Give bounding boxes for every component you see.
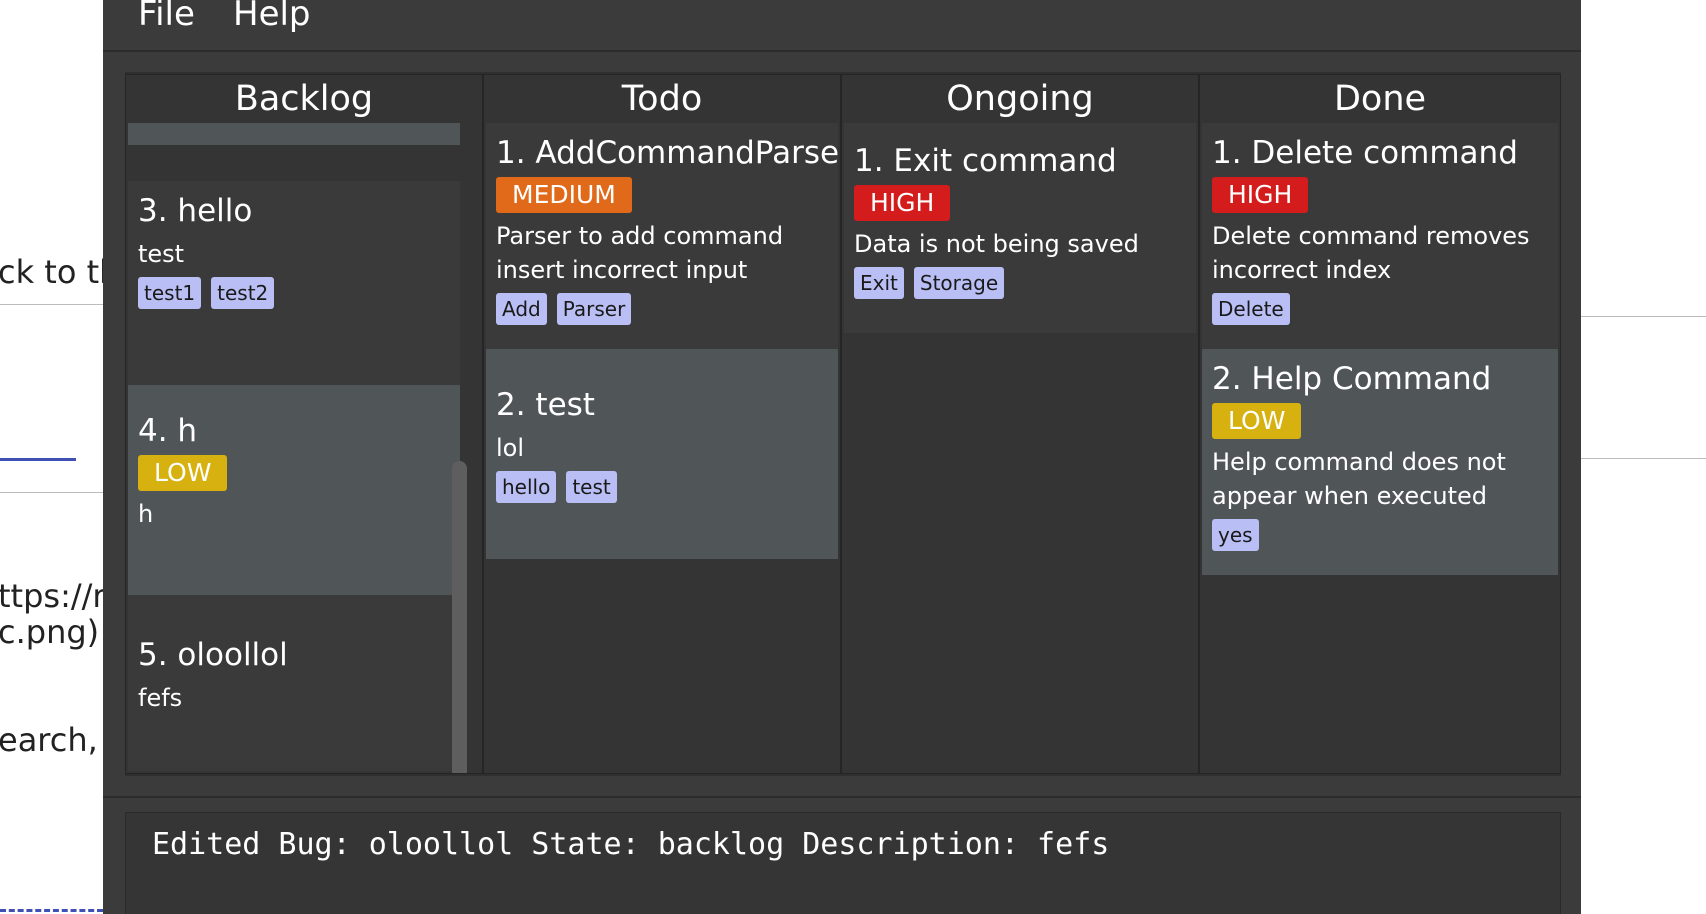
- tag-list: Exit Storage: [854, 267, 1186, 299]
- bug-description: lol: [496, 434, 525, 462]
- tag-list: test1 test2: [138, 277, 450, 309]
- column-ongoing: Ongoing 1. Exit command HIGH Data is not…: [841, 74, 1199, 774]
- column-title: Todo: [484, 75, 840, 123]
- tag-list: Delete: [1212, 293, 1548, 325]
- bug-description: Delete command removes incorrect index: [1212, 222, 1530, 284]
- priority-badge: MEDIUM: [496, 177, 632, 213]
- bug-title: 2. test: [496, 387, 595, 423]
- priority-badge: LOW: [1212, 403, 1302, 439]
- column-title: Ongoing: [842, 75, 1198, 123]
- column-done: Done 1. Delete command HIGH Delete comma…: [1199, 74, 1561, 774]
- tag: test1: [138, 277, 202, 309]
- bug-title: 4. h: [138, 413, 198, 449]
- background-text-3: c.png): [0, 613, 100, 651]
- background-divider-2: [0, 492, 103, 493]
- tag: Delete: [1212, 293, 1290, 325]
- column-list[interactable]: 1. Exit command HIGH Data is not being s…: [844, 123, 1196, 771]
- bug-card[interactable]: 1. Delete command HIGH Delete command re…: [1202, 123, 1558, 349]
- tag-list: Add Parser: [496, 293, 828, 325]
- tag: Add: [496, 293, 547, 325]
- background-divider-4: [1581, 458, 1706, 459]
- bug-card[interactable]: 2. test lol hello test: [486, 349, 838, 559]
- menu-bar: File Help: [103, 0, 1581, 52]
- bug-description: test: [138, 240, 185, 268]
- priority-badge: LOW: [138, 455, 228, 491]
- bug-title: 1. AddCommandParser: [496, 135, 838, 171]
- result-display[interactable]: Edited Bug: oloollol State: backlog Desc…: [125, 812, 1561, 914]
- bug-card-partial[interactable]: [128, 123, 460, 145]
- column-list[interactable]: 3. hello test test1 test2 4. h LOW h 5. o…: [128, 123, 460, 771]
- column-list[interactable]: 1. Delete command HIGH Delete command re…: [1202, 123, 1558, 771]
- background-text-1: ck to th: [0, 253, 120, 291]
- priority-badge: HIGH: [854, 185, 951, 221]
- bug-card[interactable]: 2. Help Command LOW Help command does no…: [1202, 349, 1558, 575]
- bug-card[interactable]: 3. hello test test1 test2: [128, 181, 460, 385]
- bug-title: 5. oloollol: [138, 637, 288, 673]
- tag: hello: [496, 471, 557, 503]
- bug-title: 3. hello: [138, 193, 253, 229]
- bug-card[interactable]: 4. h LOW h: [128, 385, 460, 595]
- menu-help[interactable]: Help: [233, 0, 311, 34]
- bug-card[interactable]: 5. oloollol fefs: [128, 595, 460, 771]
- bug-title: 1. Delete command: [1212, 135, 1518, 171]
- kanban-board: Backlog 3. hello test test1 test2 4. h LO…: [125, 72, 1561, 776]
- background-divider-3: [1581, 316, 1706, 317]
- tag: test2: [211, 277, 275, 309]
- app-window: File Help Backlog 3. hello test test1 tes…: [103, 0, 1581, 914]
- tag: yes: [1212, 519, 1259, 551]
- result-display-area: Edited Bug: oloollol State: backlog Desc…: [103, 796, 1581, 914]
- bug-card[interactable]: 1. Exit command HIGH Data is not being s…: [844, 123, 1196, 333]
- background-divider-1: [0, 304, 103, 305]
- background-tab-indicator: [0, 458, 76, 461]
- tag: Storage: [913, 267, 1005, 299]
- scrollbar[interactable]: [448, 125, 468, 773]
- column-todo: Todo 1. AddCommandParser MEDIUM Parser t…: [483, 74, 841, 774]
- background-dashed-line: [0, 909, 103, 912]
- tag: test: [566, 471, 617, 503]
- column-backlog: Backlog 3. hello test test1 test2 4. h LO…: [125, 74, 483, 774]
- bug-card[interactable]: 1. AddCommandParser MEDIUM Parser to add…: [486, 123, 838, 349]
- bug-description: Parser to add command insert incorrect i…: [496, 222, 784, 284]
- tag: Exit: [854, 267, 904, 299]
- result-message: Edited Bug: oloollol State: backlog Desc…: [152, 827, 1110, 862]
- bug-description: h: [138, 500, 154, 528]
- bug-description: Help command does not appear when execut…: [1212, 448, 1506, 510]
- menu-file[interactable]: File: [138, 0, 195, 34]
- tag-list: yes: [1212, 519, 1548, 551]
- scrollbar-thumb[interactable]: [452, 461, 467, 773]
- bug-description: fefs: [138, 684, 183, 712]
- tag: Parser: [556, 293, 632, 325]
- tag-list: hello test: [496, 471, 828, 503]
- priority-badge: HIGH: [1212, 177, 1309, 213]
- column-title: Done: [1200, 75, 1560, 123]
- column-title: Backlog: [126, 75, 482, 123]
- bug-title: 2. Help Command: [1212, 361, 1492, 397]
- bug-description: Data is not being saved: [854, 230, 1139, 258]
- column-list[interactable]: 1. AddCommandParser MEDIUM Parser to add…: [486, 123, 838, 771]
- bug-title: 1. Exit command: [854, 143, 1117, 179]
